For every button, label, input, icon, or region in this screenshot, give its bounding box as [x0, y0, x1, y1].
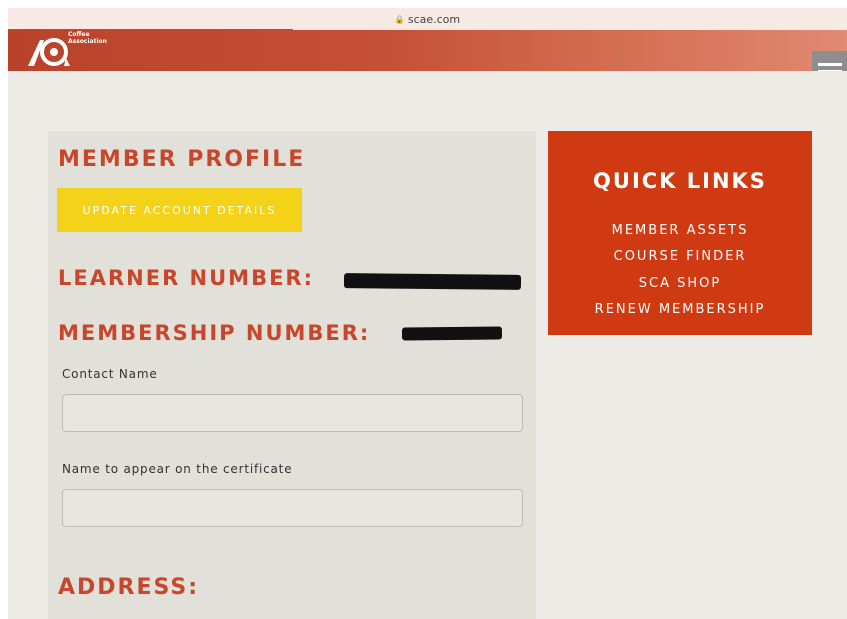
quick-links-title: QUICK LINKS: [593, 169, 767, 193]
logo-text: Coffee Association: [68, 31, 107, 45]
membership-number-label: MEMBERSHIP NUMBER:: [58, 321, 371, 345]
update-account-details-button[interactable]: UPDATE ACCOUNT DETAILS: [57, 188, 302, 232]
url-text: scae.com: [407, 12, 461, 26]
quick-link-member-assets[interactable]: MEMBER ASSETS: [548, 223, 812, 238]
site-header: Coffee Association: [8, 30, 847, 71]
certificate-name-input[interactable]: [62, 489, 523, 527]
lock-icon: 🔒: [394, 14, 405, 24]
member-profile-title: MEMBER PROFILE: [58, 147, 306, 172]
quick-link-course-finder[interactable]: COURSE FINDER: [548, 249, 812, 264]
contact-name-input[interactable]: [62, 394, 523, 432]
browser-url-bar[interactable]: 🔒 scae.com: [8, 8, 847, 30]
learner-number-label: LEARNER NUMBER:: [58, 266, 314, 290]
contact-name-label: Contact Name: [62, 367, 158, 381]
quick-link-sca-shop[interactable]: SCA SHOP: [548, 276, 812, 291]
quick-link-renew-membership[interactable]: RENEW MEMBERSHIP: [548, 302, 812, 317]
membership-number-redaction: [401, 326, 503, 341]
learner-number-redaction: [343, 273, 522, 290]
quick-links-box: QUICK LINKS MEMBER ASSETS COURSE FINDER …: [548, 131, 812, 335]
certificate-name-label: Name to appear on the certificate: [62, 462, 293, 476]
menu-icon: [817, 62, 842, 66]
address-heading: ADDRESS:: [58, 575, 200, 600]
